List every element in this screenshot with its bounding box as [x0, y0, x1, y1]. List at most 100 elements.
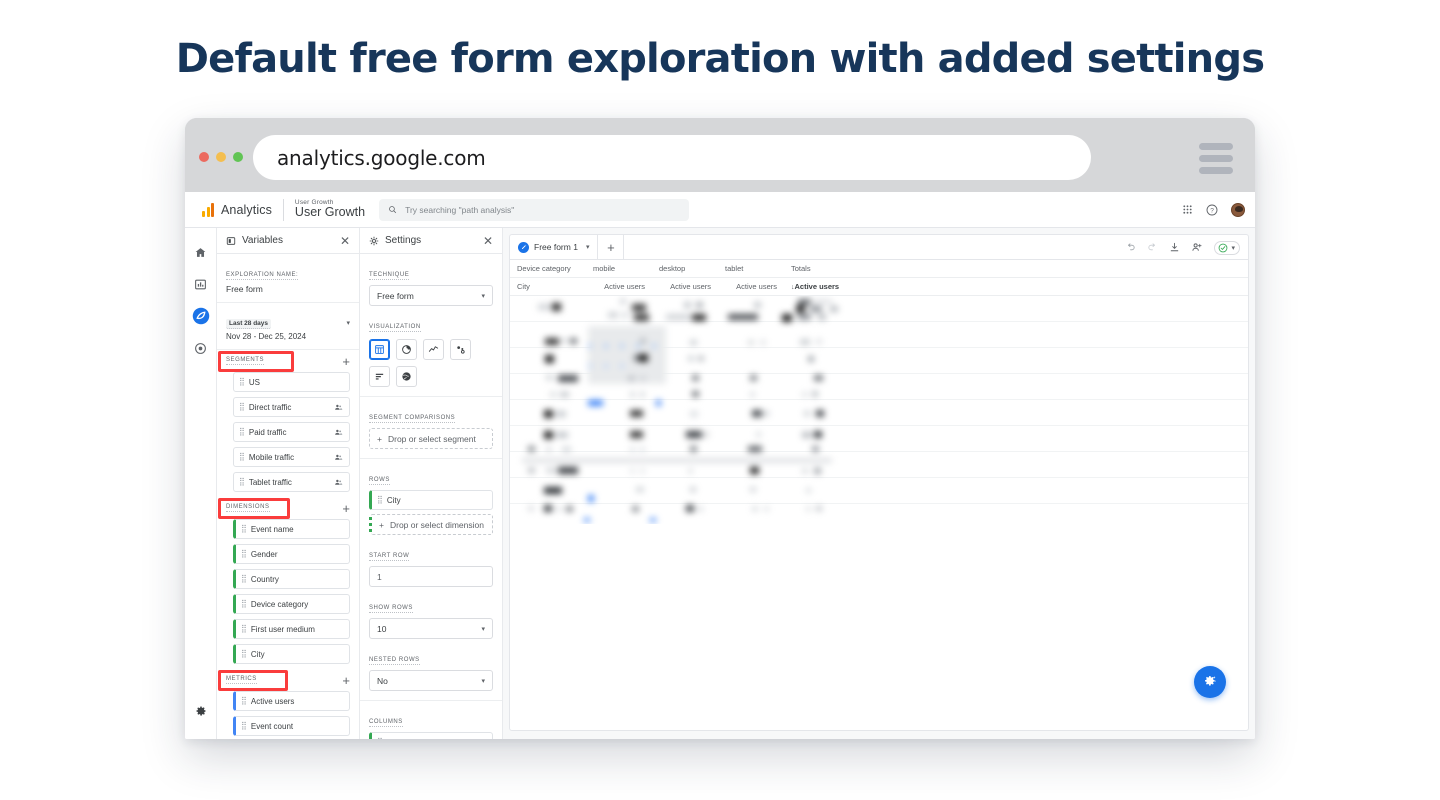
chevron-down-icon[interactable]: ▾ — [346, 319, 350, 327]
list-item[interactable]: ⣿ City — [233, 644, 350, 664]
drag-handle-icon[interactable]: ⣿ — [241, 600, 246, 608]
sidebar-item-reports[interactable] — [187, 270, 215, 298]
close-icon[interactable]: ✕ — [340, 235, 350, 247]
metric-header[interactable]: Active users — [718, 278, 784, 295]
date-range-selector[interactable]: Last 28 days Nov 28 - Dec 25, 2024 ▾ — [217, 303, 359, 350]
start-row-input[interactable]: 1 — [369, 566, 493, 587]
drag-handle-icon[interactable]: ⣿ — [239, 403, 244, 411]
rows-label: ROWS — [369, 477, 390, 485]
chevron-down-icon: ▾ — [481, 677, 485, 685]
insights-fab[interactable] — [1194, 666, 1226, 698]
dimension-label: Event name — [251, 525, 343, 534]
metric-header[interactable]: Active users — [652, 278, 718, 295]
geo-viz-button[interactable] — [396, 366, 417, 387]
exploration-name-field[interactable]: EXPLORATION NAME: Free form — [217, 254, 359, 303]
table-body[interactable] — [510, 296, 1248, 524]
drag-handle-icon[interactable]: ⣿ — [239, 428, 244, 436]
zoom-window-button[interactable] — [233, 152, 243, 162]
undo-icon[interactable] — [1125, 242, 1136, 253]
nested-rows-select[interactable]: No ▾ — [369, 670, 493, 691]
list-item[interactable]: ⣿Active users — [233, 691, 350, 711]
rows-dropzone[interactable]: + Drop or select dimension — [369, 514, 493, 535]
bar-viz-button[interactable] — [369, 366, 390, 387]
donut-chart-icon — [401, 344, 412, 355]
close-icon[interactable]: ✕ — [483, 235, 493, 247]
sidebar-item-advertising[interactable] — [187, 334, 215, 362]
redo-icon[interactable] — [1147, 242, 1158, 253]
add-person-icon[interactable] — [1191, 242, 1203, 253]
drag-handle-icon[interactable]: ⣿ — [241, 525, 246, 533]
property-selector[interactable]: User Growth User Growth — [295, 200, 365, 220]
technique-label: TECHNIQUE — [369, 272, 409, 280]
table-header: Device category mobile desktop tablet To… — [510, 260, 1248, 296]
list-item[interactable]: ⣿Gender — [233, 544, 350, 564]
list-item[interactable]: ⣿Event count — [233, 716, 350, 736]
segment-dropzone[interactable]: + Drop or select segment — [369, 428, 493, 449]
drag-handle-icon[interactable]: ⣿ — [377, 738, 382, 739]
columns-chip[interactable]: ⣿ Device category — [369, 732, 493, 739]
status-badge[interactable]: ▾ — [1214, 241, 1240, 255]
drag-handle-icon[interactable]: ⣿ — [241, 697, 246, 705]
address-bar[interactable]: analytics.google.com — [253, 135, 1091, 180]
table-viz-button[interactable] — [369, 339, 390, 360]
list-item[interactable]: ⣿Country — [233, 569, 350, 589]
metric-header-sorted[interactable]: ↓Active users — [784, 278, 1248, 295]
list-item[interactable]: ⣿ Direct traffic — [233, 397, 350, 417]
drag-handle-icon[interactable]: ⣿ — [377, 496, 382, 504]
list-item[interactable]: ⣿ Mobile traffic — [233, 447, 350, 467]
add-dimension-button[interactable]: + — [342, 502, 350, 515]
window-controls[interactable] — [199, 152, 243, 162]
show-rows-select[interactable]: 10 ▾ — [369, 618, 493, 639]
add-metric-button[interactable]: + — [342, 674, 350, 687]
drag-handle-icon[interactable]: ⣿ — [241, 550, 246, 558]
technique-select[interactable]: Free form ▾ — [369, 285, 493, 306]
drag-handle-icon[interactable]: ⣿ — [239, 378, 244, 386]
add-segment-button[interactable]: + — [342, 355, 350, 368]
drag-handle-icon[interactable]: ⣿ — [241, 575, 246, 583]
chevron-down-icon: ▾ — [481, 292, 485, 300]
close-window-button[interactable] — [199, 152, 209, 162]
list-item[interactable]: ⣿ Event name — [233, 519, 350, 539]
table-corner-cell: Device category — [510, 260, 586, 277]
drag-handle-icon[interactable]: ⣿ — [239, 453, 244, 461]
download-icon[interactable] — [1169, 242, 1180, 253]
sidebar-item-admin[interactable] — [187, 697, 215, 725]
hamburger-icon[interactable] — [1195, 139, 1237, 177]
list-item[interactable]: ⣿ Tablet traffic — [233, 472, 350, 492]
drag-handle-icon[interactable]: ⣿ — [241, 625, 246, 633]
row-dimension-header[interactable]: City — [510, 278, 586, 295]
technique-field[interactable]: TECHNIQUE Free form ▾ — [360, 263, 502, 306]
apps-grid-icon[interactable] — [1182, 204, 1193, 215]
scatter-viz-button[interactable] — [450, 339, 471, 360]
help-icon[interactable]: ? — [1206, 204, 1218, 216]
column-header[interactable]: desktop — [652, 260, 718, 277]
column-header[interactable]: Totals — [784, 260, 1248, 277]
list-item[interactable]: ⣿ US — [233, 372, 350, 392]
sidebar-item-home[interactable] — [187, 238, 215, 266]
list-item[interactable]: ⣿First user medium — [233, 619, 350, 639]
sidebar-item-explore[interactable] — [187, 302, 215, 330]
line-viz-button[interactable] — [423, 339, 444, 360]
browser-chrome: analytics.google.com — [185, 118, 1255, 192]
minimize-window-button[interactable] — [216, 152, 226, 162]
column-header[interactable]: mobile — [586, 260, 652, 277]
tab-free-form-1[interactable]: Free form 1 ▾ — [510, 235, 598, 259]
column-header[interactable]: tablet — [718, 260, 784, 277]
avatar[interactable] — [1231, 203, 1245, 217]
rows-chip[interactable]: ⣿ City — [369, 490, 493, 510]
list-item[interactable]: ⣿ Paid traffic — [233, 422, 350, 442]
dimension-label: City — [251, 650, 343, 659]
table-icon — [374, 344, 385, 355]
drag-handle-icon[interactable]: ⣿ — [241, 650, 246, 658]
drag-handle-icon[interactable]: ⣿ — [241, 722, 246, 730]
chevron-down-icon[interactable]: ▾ — [586, 243, 590, 251]
add-tab-button[interactable]: + — [598, 235, 624, 259]
exploration-name-value: Free form — [226, 284, 350, 294]
metric-header[interactable]: Active users — [586, 278, 652, 295]
bar-chart-icon — [194, 278, 207, 291]
list-item[interactable]: ⣿Device category — [233, 594, 350, 614]
search-input[interactable]: Try searching "path analysis" — [379, 199, 689, 221]
donut-viz-button[interactable] — [396, 339, 417, 360]
drag-handle-icon[interactable]: ⣿ — [239, 478, 244, 486]
variables-panel: Variables ✕ EXPLORATION NAME: Free form … — [217, 228, 360, 739]
